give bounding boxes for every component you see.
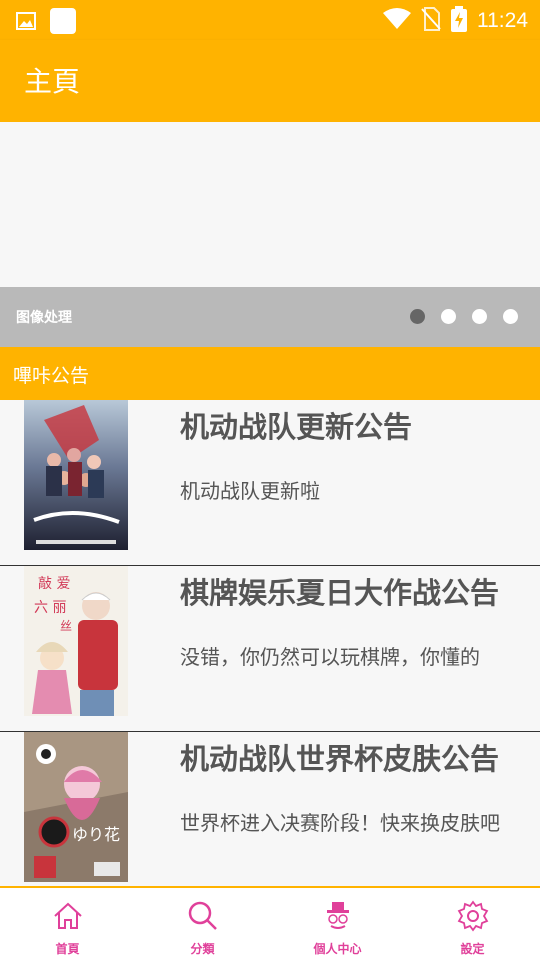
- carousel-dot-2[interactable]: [441, 309, 456, 324]
- search-icon: [187, 900, 219, 936]
- nav-settings[interactable]: 設定: [405, 888, 540, 960]
- app-bar: 主頁: [0, 40, 540, 122]
- nav-home[interactable]: 首頁: [0, 888, 135, 960]
- page-title: 主頁: [24, 65, 81, 98]
- announcement-title: 机动战队更新公告: [180, 410, 413, 444]
- gear-icon: [457, 900, 489, 936]
- banner-caption: 图像处理: [16, 310, 72, 326]
- announcements-header: 嗶咔公告: [0, 347, 540, 400]
- home-icon: [52, 900, 84, 936]
- battery-charging-icon: [451, 6, 467, 36]
- carousel-indicator: [410, 309, 518, 324]
- list-item[interactable]: ゆり花 机动战队世界杯皮肤公告 世界杯进入决赛阶段！快来换皮肤吧: [0, 732, 540, 886]
- nav-categories[interactable]: 分類: [135, 888, 270, 960]
- announcement-description: 没错，你仍然可以玩棋牌，你懂的: [180, 645, 480, 669]
- carousel-dot-4[interactable]: [503, 309, 518, 324]
- no-sim-icon: [421, 7, 441, 35]
- carousel-dot-3[interactable]: [472, 309, 487, 324]
- nav-profile-label: 個人中心: [313, 942, 362, 956]
- bottom-navigation: 首頁 分類 個人中心 設定: [0, 886, 540, 960]
- banner-carousel[interactable]: 图像处理: [0, 122, 540, 347]
- announcement-title: 机动战队世界杯皮肤公告: [180, 742, 500, 776]
- carousel-dot-1[interactable]: [410, 309, 425, 324]
- list-item[interactable]: 机动战队更新公告 机动战队更新啦: [0, 400, 540, 566]
- svg-text:六 丽: 六 丽: [34, 600, 66, 616]
- svg-text:敲 爱: 敲 爱: [38, 575, 70, 592]
- announcement-list: 机动战队更新公告 机动战队更新啦 敲 爱 六 丽 丝 棋牌娱乐夏日大作战公告 没…: [0, 400, 540, 886]
- nav-categories-label: 分類: [190, 942, 215, 956]
- section-title: 嗶咔公告: [13, 365, 90, 387]
- cover-image: [24, 400, 128, 550]
- announcement-description: 世界杯进入决赛阶段！快来换皮肤吧: [180, 811, 500, 835]
- status-bar: 11:24: [0, 0, 540, 40]
- svg-text:丝: 丝: [60, 619, 72, 633]
- square-icon: [50, 8, 76, 38]
- app-root: 11:24 主頁 图像处理 嗶咔公告 机动战队更新公告 机动战队更新啦 敲 爱 …: [0, 0, 540, 960]
- cover-image: 敲 爱 六 丽 丝: [24, 566, 128, 716]
- svg-text:ゆり花: ゆり花: [72, 825, 120, 844]
- nav-settings-label: 設定: [460, 942, 485, 956]
- nav-home-label: 首頁: [55, 942, 80, 956]
- announcement-description: 机动战队更新啦: [180, 479, 320, 503]
- announcement-title: 棋牌娱乐夏日大作战公告: [180, 576, 500, 610]
- list-item[interactable]: 敲 爱 六 丽 丝 棋牌娱乐夏日大作战公告 没错，你仍然可以玩棋牌，你懂的: [0, 566, 540, 732]
- image-icon: [16, 12, 36, 34]
- cover-image: ゆり花: [24, 732, 128, 882]
- banner-caption-bar: 图像处理: [0, 287, 540, 347]
- clock-time: 11:24: [477, 9, 528, 32]
- profile-hat-icon: [322, 900, 354, 936]
- wifi-icon: [383, 8, 411, 34]
- nav-profile[interactable]: 個人中心: [270, 888, 405, 960]
